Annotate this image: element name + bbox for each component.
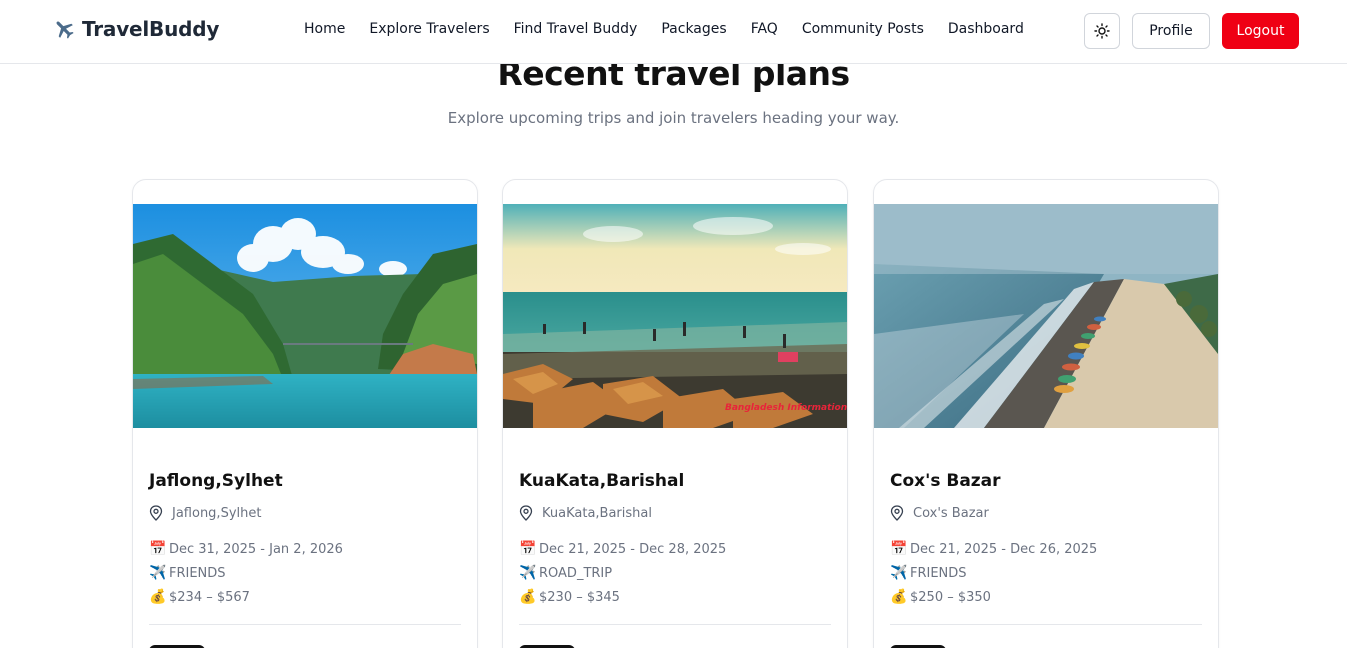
card-location: Cox's Bazar (890, 505, 989, 521)
card-divider (890, 624, 1202, 625)
card-location: Jaflong,Sylhet (149, 505, 261, 521)
map-pin-icon (149, 505, 163, 521)
card-dates: 📅 Dec 31, 2025 - Jan 2, 2026 (149, 541, 343, 557)
nav-dashboard[interactable]: Dashboard (948, 21, 1024, 37)
nav-find-travel-buddy[interactable]: Find Travel Buddy (514, 21, 638, 37)
nav-explore-travelers[interactable]: Explore Travelers (369, 21, 489, 37)
trip-card[interactable]: Bangladesh Information KuaKata,Barishal … (502, 179, 848, 648)
profile-button[interactable]: Profile (1132, 13, 1210, 49)
map-pin-icon (519, 505, 533, 521)
calendar-icon: 📅 (890, 541, 908, 557)
money-bag-icon: 💰 (890, 589, 908, 605)
card-dates-text: Dec 21, 2025 - Dec 26, 2025 (910, 541, 1098, 557)
airplane-icon: ✈️ (519, 565, 537, 581)
card-price: 💰 $230 – $345 (519, 589, 620, 605)
card-location: KuaKata,Barishal (519, 505, 652, 521)
section-subtitle: Explore upcoming trips and join traveler… (447, 109, 900, 127)
card-trip-type: ✈️ ROAD_TRIP (519, 565, 612, 581)
card-title: Jaflong,Sylhet (149, 471, 283, 491)
card-location-text: KuaKata,Barishal (542, 505, 652, 521)
beach-sunset-photo: Bangladesh Information (503, 204, 847, 428)
card-price-text: $230 – $345 (539, 589, 620, 605)
trip-card[interactable]: Jaflong,Sylhet Jaflong,Sylhet 📅 Dec 31, … (132, 179, 478, 648)
brand-logo[interactable]: TravelBuddy (52, 17, 219, 41)
photo-watermark: Bangladesh Information (725, 403, 847, 413)
money-bag-icon: 💰 (519, 589, 537, 605)
nav-community-posts[interactable]: Community Posts (802, 21, 924, 37)
airplane-icon (56, 21, 74, 39)
nav-packages[interactable]: Packages (661, 21, 726, 37)
nav-home[interactable]: Home (304, 21, 345, 37)
airplane-icon: ✈️ (149, 565, 167, 581)
card-dates-text: Dec 31, 2025 - Jan 2, 2026 (169, 541, 343, 557)
card-price-text: $250 – $350 (910, 589, 991, 605)
navbar: TravelBuddy Home Explore Travelers Find … (0, 0, 1347, 64)
card-title: Cox's Bazar (890, 471, 1001, 491)
aerial-beach-photo (874, 204, 1218, 428)
card-trip-type-text: ROAD_TRIP (539, 565, 613, 581)
card-price: 💰 $234 – $567 (149, 589, 250, 605)
logout-button[interactable]: Logout (1222, 13, 1299, 49)
card-trip-type-text: FRIENDS (910, 565, 967, 581)
trip-card[interactable]: Cox's Bazar Cox's Bazar 📅 Dec 21, 2025 -… (873, 179, 1219, 648)
card-divider (519, 624, 831, 625)
card-price: 💰 $250 – $350 (890, 589, 991, 605)
card-title: KuaKata,Barishal (519, 471, 685, 491)
card-price-text: $234 – $567 (169, 589, 250, 605)
card-location-text: Jaflong,Sylhet (172, 505, 262, 521)
brand-name: TravelBuddy (82, 17, 220, 41)
money-bag-icon: 💰 (149, 589, 167, 605)
calendar-icon: 📅 (519, 541, 537, 557)
main-nav: Home Explore Travelers Find Travel Buddy… (304, 21, 1024, 37)
card-dates: 📅 Dec 21, 2025 - Dec 28, 2025 (519, 541, 726, 557)
card-dates-text: Dec 21, 2025 - Dec 28, 2025 (539, 541, 727, 557)
card-trip-type: ✈️ FRIENDS (149, 565, 226, 581)
card-trip-type-text: FRIENDS (169, 565, 226, 581)
calendar-icon: 📅 (149, 541, 167, 557)
card-location-text: Cox's Bazar (913, 505, 989, 521)
card-dates: 📅 Dec 21, 2025 - Dec 26, 2025 (890, 541, 1097, 557)
river-valley-photo (133, 204, 477, 428)
card-trip-type: ✈️ FRIENDS (890, 565, 967, 581)
sun-icon (1094, 23, 1110, 39)
map-pin-icon (890, 505, 904, 521)
airplane-icon: ✈️ (890, 565, 908, 581)
nav-faq[interactable]: FAQ (751, 21, 778, 37)
theme-toggle-button[interactable] (1084, 13, 1120, 49)
card-divider (149, 624, 461, 625)
